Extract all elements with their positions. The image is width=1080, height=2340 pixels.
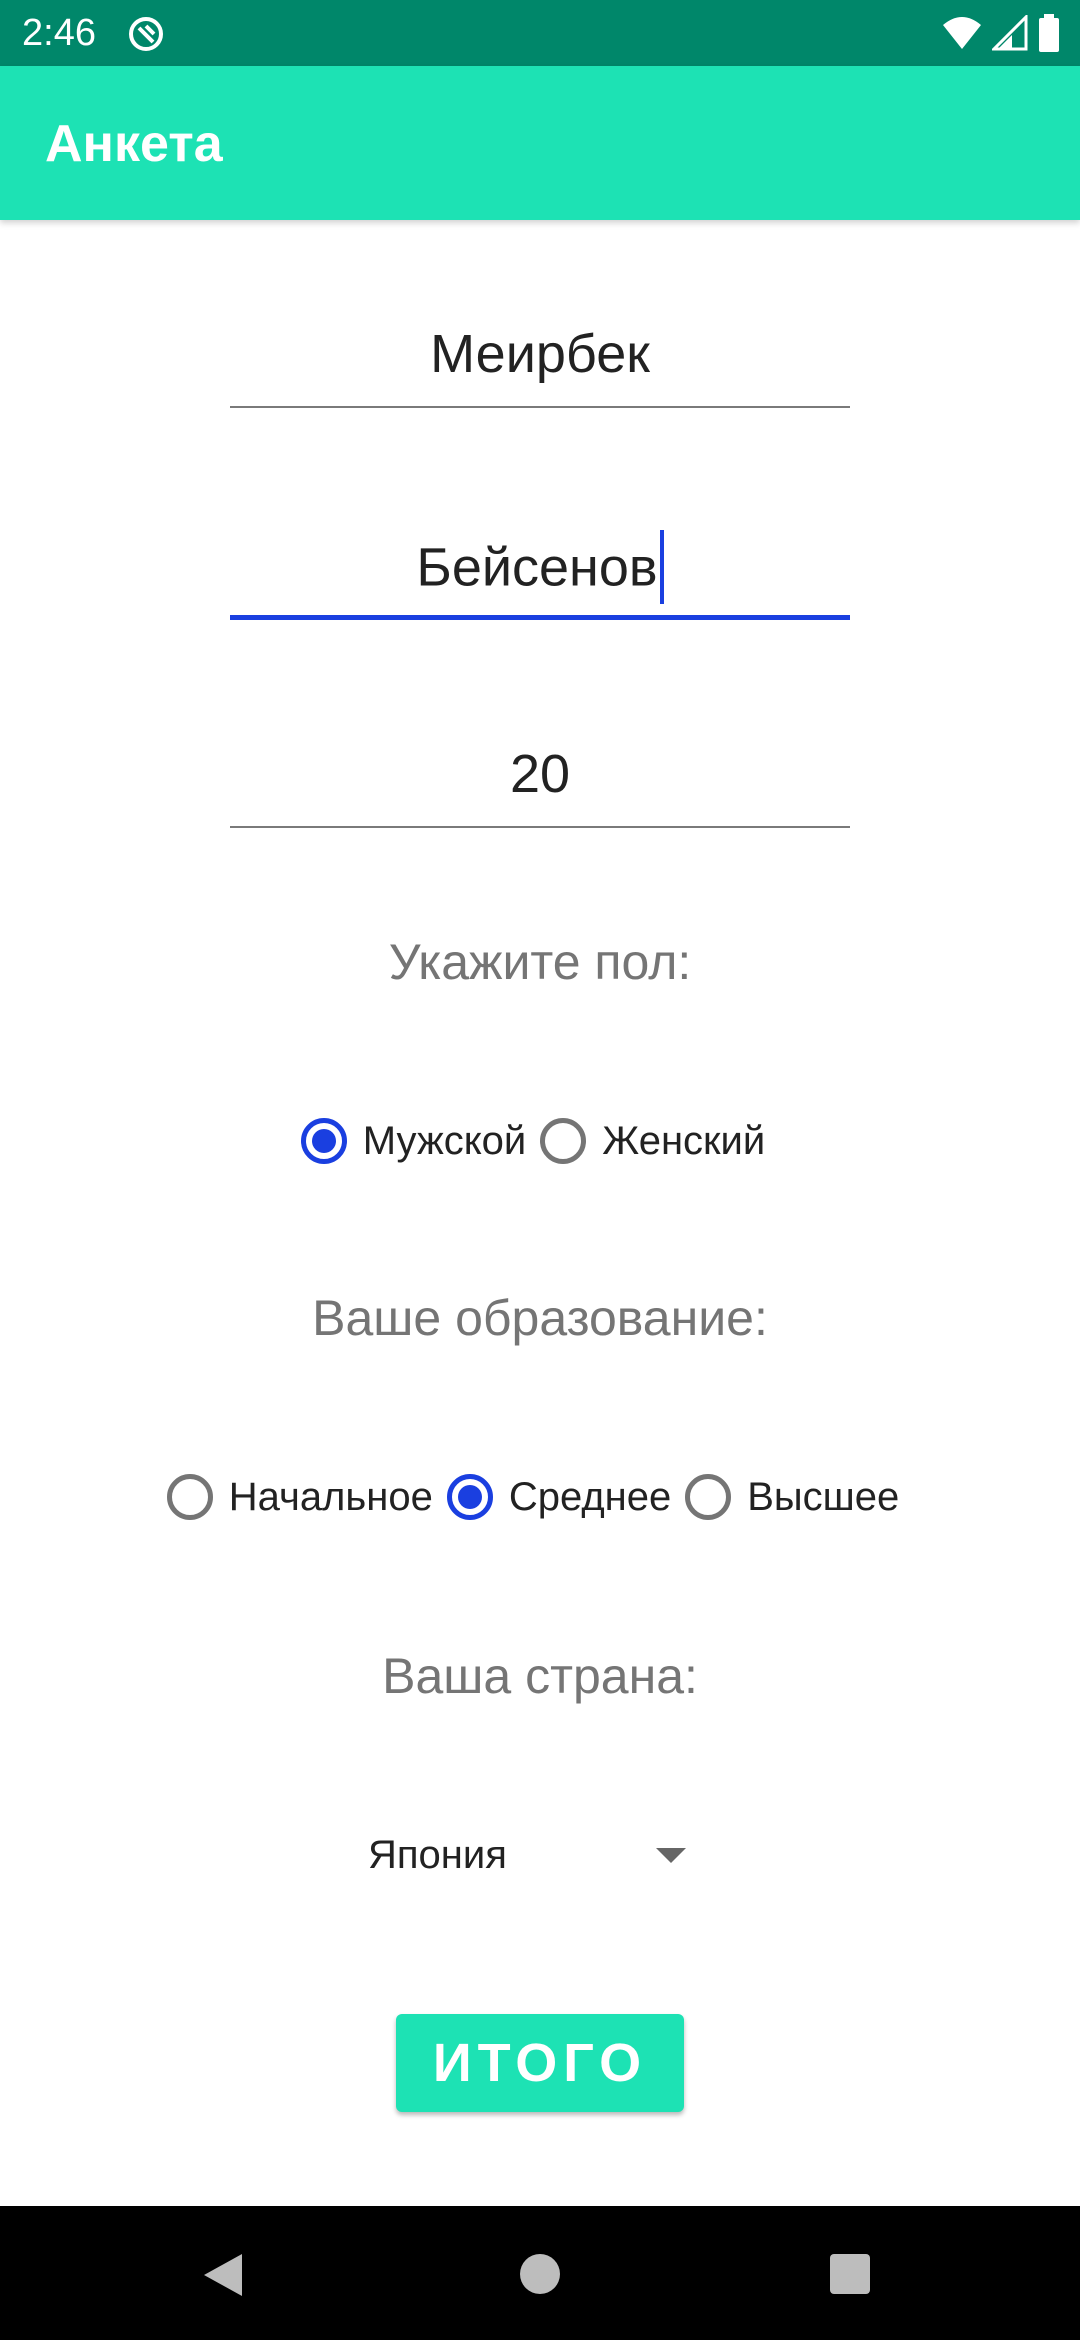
status-bar: 2:46 — [0, 0, 1080, 66]
education-radio-secondary[interactable]: Среднее — [446, 1462, 672, 1532]
screen: 2:46 Анкета Меирбек Бейсенов 20 Укажите … — [0, 0, 1080, 2340]
gender-radio-female[interactable]: Женский — [540, 1106, 765, 1176]
age-field[interactable]: 20 — [230, 718, 850, 828]
gender-radio-male-label: Мужской — [362, 1119, 527, 1163]
total-button[interactable]: ИТОГО — [396, 2014, 684, 2112]
dropdown-arrow-icon — [656, 1848, 686, 1863]
first-name-field[interactable]: Меирбек — [230, 298, 850, 408]
education-radio-higher-label: Высшее — [747, 1475, 900, 1519]
recents-icon[interactable] — [830, 2254, 870, 2294]
radio-checked-icon — [300, 1118, 347, 1164]
last-name-underline — [230, 615, 850, 620]
radio-unchecked-icon — [685, 1474, 732, 1520]
app-notification-icon — [129, 17, 163, 51]
first-name-value: Меирбек — [430, 324, 650, 384]
app-bar: Анкета — [0, 66, 1080, 220]
navigation-bar — [0, 2206, 1080, 2340]
text-cursor — [659, 530, 664, 604]
last-name-text: Бейсенов — [230, 530, 850, 608]
app-title: Анкета — [45, 115, 223, 173]
battery-icon — [1039, 14, 1059, 52]
education-radio-primary-label: Начальное — [228, 1475, 433, 1519]
gender-radio-group: Мужской Женский — [0, 1106, 1080, 1176]
status-time: 2:46 — [22, 12, 96, 54]
education-radio-secondary-label: Среднее — [508, 1475, 672, 1519]
home-icon[interactable] — [520, 2254, 560, 2294]
signal-icon — [992, 15, 1028, 51]
status-icons — [942, 12, 1060, 54]
radio-unchecked-icon — [166, 1474, 213, 1520]
gender-radio-female-label: Женский — [602, 1119, 766, 1163]
radio-checked-icon — [446, 1474, 493, 1520]
back-icon[interactable] — [204, 2254, 242, 2296]
country-spinner[interactable]: Япония — [340, 1818, 700, 1892]
wifi-icon — [943, 17, 981, 49]
education-radio-group: Начальное Среднее Высшее — [0, 1462, 1080, 1532]
first-name-underline — [230, 406, 850, 408]
last-name-field[interactable]: Бейсенов — [230, 510, 850, 620]
education-label: Ваше образование: — [312, 1290, 768, 1346]
education-radio-higher[interactable]: Высшее — [685, 1462, 899, 1532]
radio-unchecked-icon — [540, 1118, 587, 1164]
country-label: Ваша страна: — [382, 1648, 698, 1704]
gender-radio-male[interactable]: Мужской — [300, 1106, 527, 1176]
education-radio-primary[interactable]: Начальное — [166, 1462, 433, 1532]
country-spinner-value: Япония — [368, 1833, 507, 1877]
age-underline — [230, 826, 850, 828]
age-value: 20 — [509, 744, 571, 804]
gender-label: Укажите пол: — [388, 934, 692, 990]
last-name-value: Бейсенов — [416, 537, 658, 598]
